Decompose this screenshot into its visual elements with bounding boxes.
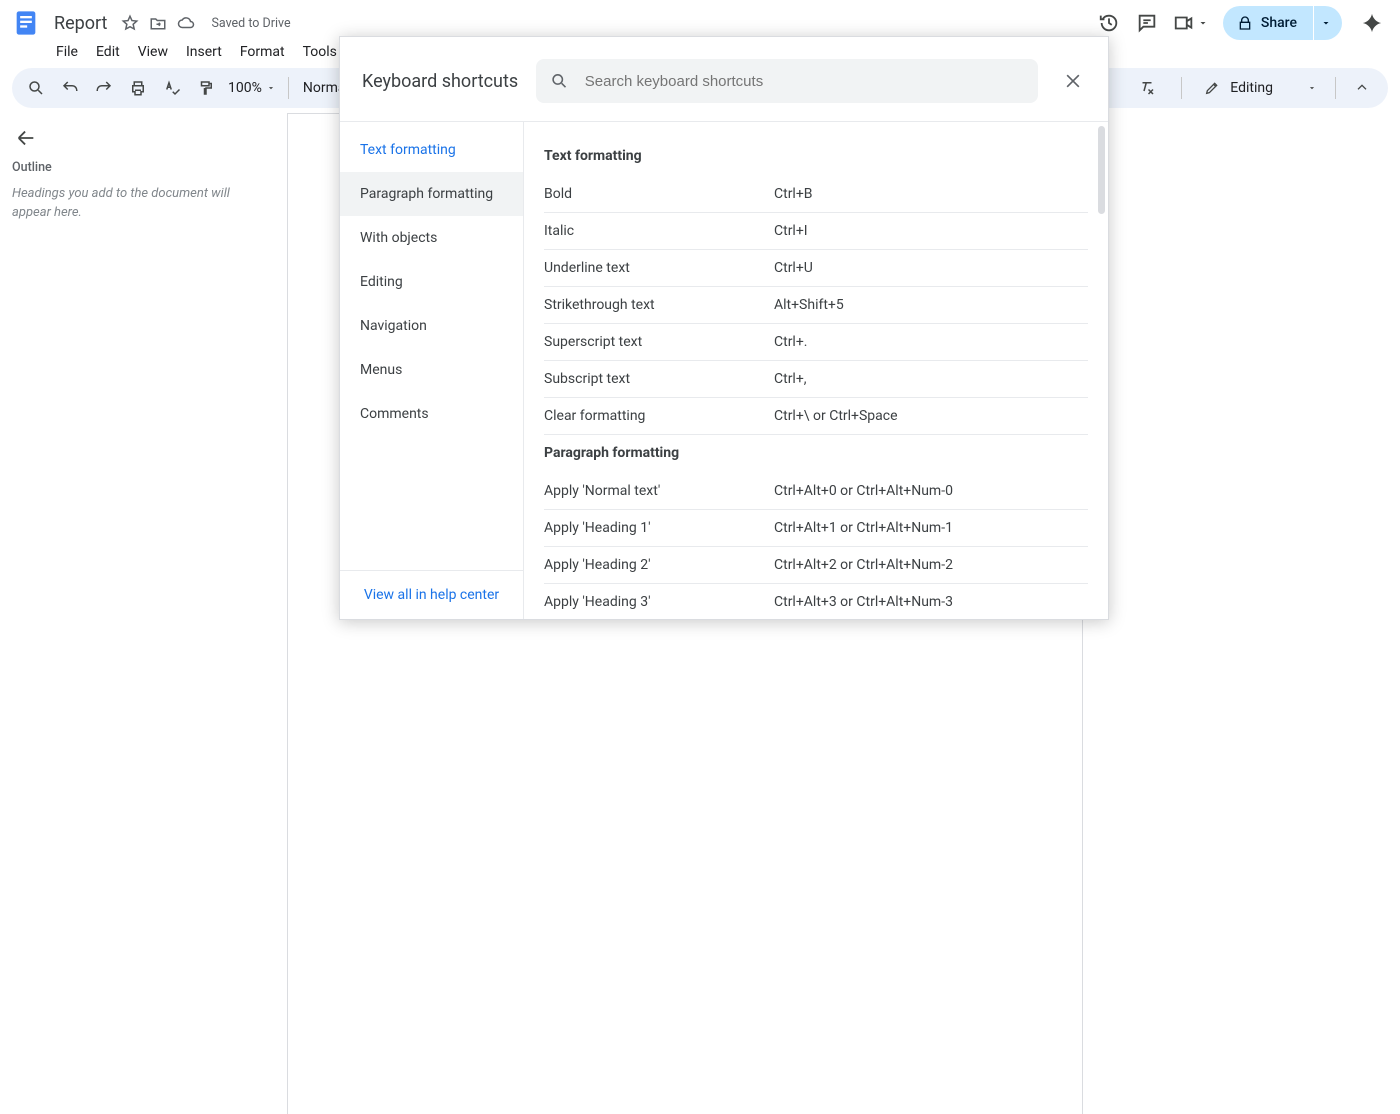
menu-insert[interactable]: Insert (178, 40, 230, 64)
shortcut-row: BoldCtrl+B (544, 176, 1088, 213)
separator (288, 77, 289, 99)
view-all-help-link[interactable]: View all in help center (340, 570, 523, 619)
outline-hint: Headings you add to the document will ap… (10, 185, 270, 223)
shortcut-row: Subscript textCtrl+, (544, 361, 1088, 398)
shortcut-label: Italic (544, 223, 774, 239)
shortcut-section-title: Paragraph formatting (544, 435, 1088, 473)
share-button[interactable]: Share (1223, 6, 1313, 40)
print-icon[interactable] (122, 72, 154, 104)
shortcut-row: Apply 'Normal text'Ctrl+Alt+0 or Ctrl+Al… (544, 473, 1088, 510)
pencil-icon (1204, 80, 1220, 96)
shortcut-keys: Ctrl+Alt+0 or Ctrl+Alt+Num-0 (774, 483, 1088, 499)
gemini-icon[interactable] (1360, 11, 1384, 35)
shortcut-row: Strikethrough textAlt+Shift+5 (544, 287, 1088, 324)
back-arrow-icon[interactable] (10, 122, 42, 154)
dialog-title: Keyboard shortcuts (362, 71, 518, 92)
shortcut-row: Apply 'Heading 3'Ctrl+Alt+3 or Ctrl+Alt+… (544, 584, 1088, 619)
outline-title: Outline (12, 160, 268, 175)
shortcuts-content[interactable]: Text formattingBoldCtrl+BItalicCtrl+IUnd… (524, 122, 1108, 619)
keyboard-shortcuts-dialog: Keyboard shortcuts Text formatting Parag… (339, 36, 1109, 620)
search-menus-icon[interactable] (20, 72, 52, 104)
shortcut-row: Apply 'Heading 1'Ctrl+Alt+1 or Ctrl+Alt+… (544, 510, 1088, 547)
comments-icon[interactable] (1135, 11, 1159, 35)
undo-icon[interactable] (54, 72, 86, 104)
editing-mode-dropdown[interactable]: Editing (1194, 80, 1327, 96)
nav-menus[interactable]: Menus (340, 348, 523, 392)
shortcut-keys: Ctrl+, (774, 371, 1088, 387)
nav-paragraph-formatting[interactable]: Paragraph formatting (340, 172, 523, 216)
shortcut-section-title: Text formatting (544, 138, 1088, 176)
shortcut-label: Apply 'Heading 2' (544, 557, 774, 573)
nav-comments[interactable]: Comments (340, 392, 523, 436)
nav-editing[interactable]: Editing (340, 260, 523, 304)
shortcut-keys: Ctrl+. (774, 334, 1088, 350)
collapse-toolbar-icon[interactable] (1344, 80, 1380, 96)
clear-formatting-icon[interactable] (1131, 72, 1163, 104)
shortcut-label: Clear formatting (544, 408, 774, 424)
outline-panel: Outline Headings you add to the document… (0, 108, 288, 645)
caret-down-icon (266, 83, 276, 93)
separator (1181, 77, 1182, 99)
shortcut-label: Apply 'Heading 3' (544, 594, 774, 610)
shortcut-keys: Ctrl+U (774, 260, 1088, 276)
save-status-text: Saved to Drive (211, 16, 290, 31)
spellcheck-icon[interactable] (156, 72, 188, 104)
move-folder-icon[interactable] (149, 14, 167, 32)
shortcut-row: ItalicCtrl+I (544, 213, 1088, 250)
scrollbar-thumb[interactable] (1098, 126, 1105, 214)
shortcut-keys: Ctrl+Alt+1 or Ctrl+Alt+Num-1 (774, 520, 1088, 536)
shortcut-keys: Ctrl+Alt+2 or Ctrl+Alt+Num-2 (774, 557, 1088, 573)
history-icon[interactable] (1097, 11, 1121, 35)
shortcut-row: Clear formattingCtrl+\ or Ctrl+Space (544, 398, 1088, 435)
docs-logo-icon[interactable] (8, 5, 44, 41)
shortcut-row: Superscript textCtrl+. (544, 324, 1088, 361)
separator (1335, 77, 1336, 99)
caret-down-icon (1307, 83, 1317, 93)
share-label: Share (1261, 15, 1297, 31)
redo-icon[interactable] (88, 72, 120, 104)
shortcut-label: Bold (544, 186, 774, 202)
shortcut-keys: Ctrl+Alt+3 or Ctrl+Alt+Num-3 (774, 594, 1088, 610)
paint-format-icon[interactable] (190, 72, 222, 104)
shortcuts-search-input[interactable] (583, 72, 1024, 91)
shortcut-label: Apply 'Heading 1' (544, 520, 774, 536)
shortcut-keys: Alt+Shift+5 (774, 297, 1088, 313)
menu-edit[interactable]: Edit (88, 40, 128, 64)
star-icon[interactable] (121, 14, 139, 32)
zoom-dropdown[interactable]: 100% (224, 80, 280, 96)
nav-navigation[interactable]: Navigation (340, 304, 523, 348)
shortcut-keys: Ctrl+I (774, 223, 1088, 239)
share-dropdown[interactable] (1314, 6, 1342, 40)
shortcuts-nav: Text formatting Paragraph formatting Wit… (340, 122, 524, 619)
menu-file[interactable]: File (48, 40, 86, 64)
meet-button[interactable] (1173, 12, 1209, 34)
close-icon[interactable] (1056, 64, 1090, 98)
search-icon (550, 71, 569, 91)
lock-icon (1237, 15, 1253, 31)
shortcut-row: Apply 'Heading 2'Ctrl+Alt+2 or Ctrl+Alt+… (544, 547, 1088, 584)
nav-with-objects[interactable]: With objects (340, 216, 523, 260)
shortcut-label: Superscript text (544, 334, 774, 350)
document-title[interactable]: Report (48, 11, 113, 36)
shortcuts-search[interactable] (536, 59, 1038, 103)
shortcut-row: Underline textCtrl+U (544, 250, 1088, 287)
nav-text-formatting[interactable]: Text formatting (340, 128, 523, 172)
shortcut-label: Underline text (544, 260, 774, 276)
title-bar: Report Saved to Drive Share (0, 0, 1400, 40)
shortcut-label: Subscript text (544, 371, 774, 387)
shortcut-keys: Ctrl+B (774, 186, 1088, 202)
shortcut-keys: Ctrl+\ or Ctrl+Space (774, 408, 1088, 424)
menu-tools[interactable]: Tools (295, 40, 345, 64)
shortcut-label: Apply 'Normal text' (544, 483, 774, 499)
menu-view[interactable]: View (130, 40, 176, 64)
cloud-saved-icon[interactable] (177, 14, 195, 32)
shortcut-label: Strikethrough text (544, 297, 774, 313)
menu-format[interactable]: Format (232, 40, 293, 64)
